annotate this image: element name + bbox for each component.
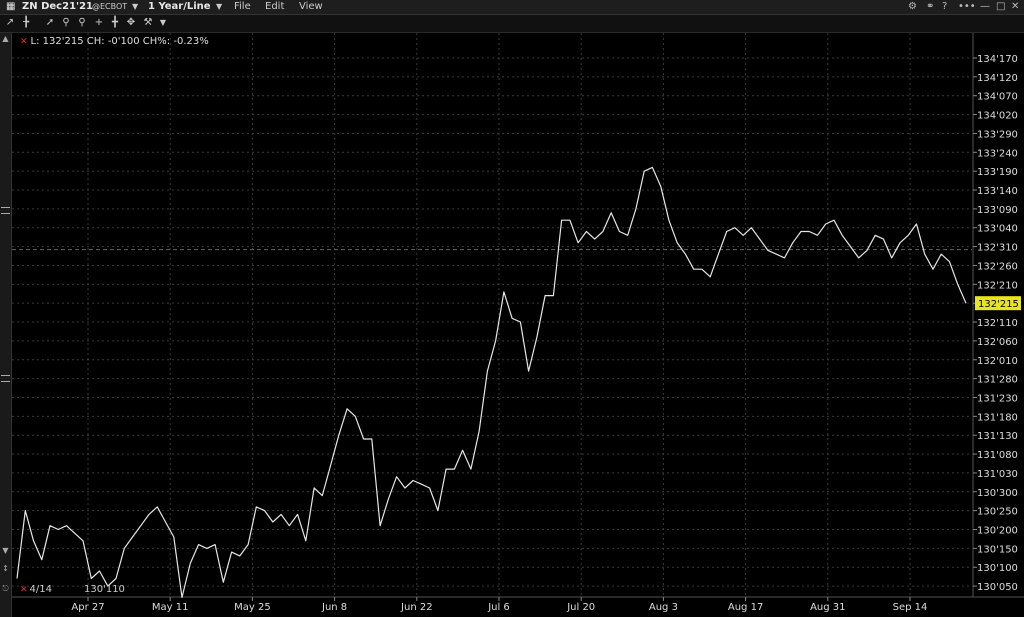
- y-tick-label: 131'180: [977, 412, 1018, 423]
- y-tick-label: 132'310: [977, 243, 1018, 254]
- x-tick-label: Aug 3: [649, 602, 678, 613]
- x-tick-label: Apr 27: [71, 602, 104, 613]
- info-close-icon[interactable]: ✕: [20, 585, 28, 595]
- y-tick-label: 132'010: [977, 356, 1018, 367]
- y-tick-label: 133'290: [977, 129, 1018, 140]
- price-line: [16, 166, 967, 599]
- x-tick-label: Aug 17: [728, 602, 763, 613]
- y-tick-label: 130'150: [977, 544, 1018, 555]
- y-tick-label: 130'300: [977, 488, 1018, 499]
- y-tick-label: 130'200: [977, 526, 1018, 537]
- cursor-value: 130'110: [84, 584, 125, 595]
- cursor-date: 4/14: [29, 584, 53, 595]
- y-tick-label: 133'190: [977, 167, 1018, 178]
- y-tick-label: 133'090: [977, 205, 1018, 216]
- x-tick-label: Sep 14: [893, 602, 928, 613]
- y-tick-label: 133'040: [977, 224, 1018, 235]
- y-tick-label: 131'280: [977, 375, 1018, 386]
- y-tick-label: 131'030: [977, 469, 1018, 480]
- y-tick-label: 133'140: [977, 186, 1018, 197]
- x-tick-label: Jul 6: [487, 602, 510, 613]
- y-tick-label: 133'240: [977, 148, 1018, 159]
- y-tick-label: 130'250: [977, 507, 1018, 518]
- y-tick-label: 130'050: [977, 582, 1018, 593]
- price-legend: ✕ L: 132'215 CH: -0'100 CH%: -0.23%: [20, 36, 209, 47]
- y-tick-label: 134'120: [977, 73, 1018, 84]
- x-tick-label: Aug 31: [810, 602, 845, 613]
- y-tick-label: 131'230: [977, 393, 1018, 404]
- cursor-info: ✕ 4/14 130'110: [20, 584, 125, 595]
- y-tick-label: 134'070: [977, 92, 1018, 103]
- last-price-label: 132'215: [978, 299, 1019, 310]
- x-tick-label: Jul 20: [566, 602, 595, 613]
- y-tick-label: 132'260: [977, 261, 1018, 272]
- price-chart[interactable]: 134'170 134'120 134'070 134'020 133'290 133'2…: [0, 0, 1024, 617]
- y-tick-label: 134'170: [977, 54, 1018, 65]
- y-tick-label: 131'080: [977, 450, 1018, 461]
- x-tick-label: Jun 8: [321, 602, 347, 613]
- x-tick-label: Jun 22: [400, 602, 433, 613]
- y-tick-label: 131'130: [977, 431, 1018, 442]
- x-tick-label: May 25: [234, 602, 271, 613]
- x-tick-label: May 11: [152, 602, 189, 613]
- y-tick-label: 132'060: [977, 337, 1018, 348]
- y-tick-label: 132'110: [977, 318, 1018, 329]
- legend-text: L: 132'215 CH: -0'100 CH%: -0.23%: [30, 36, 209, 47]
- y-tick-label: 132'210: [977, 280, 1018, 291]
- y-tick-label: 134'020: [977, 111, 1018, 122]
- y-tick-label: 130'100: [977, 563, 1018, 574]
- legend-close-icon[interactable]: ✕: [20, 37, 28, 47]
